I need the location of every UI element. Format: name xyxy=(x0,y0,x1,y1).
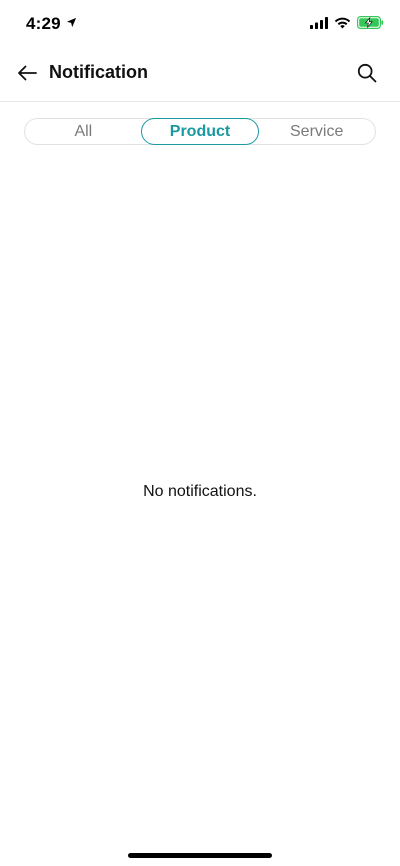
back-button[interactable] xyxy=(14,62,40,88)
empty-state-message: No notifications. xyxy=(143,483,257,500)
status-time: 4:29 xyxy=(26,14,61,33)
tab-service[interactable]: Service xyxy=(258,119,375,144)
page-title: Notification xyxy=(49,62,148,82)
search-button[interactable] xyxy=(354,62,380,88)
signal-icon xyxy=(310,16,328,34)
tab-all[interactable]: All xyxy=(25,119,142,144)
location-arrow-icon xyxy=(66,15,77,33)
search-icon xyxy=(357,63,377,88)
home-indicator[interactable] xyxy=(128,853,272,858)
battery-charging-icon xyxy=(357,16,384,34)
wifi-icon xyxy=(334,16,351,34)
category-tabs: All Product Service xyxy=(24,118,376,145)
status-time-group: 4:29 xyxy=(26,14,77,34)
arrow-left-icon xyxy=(17,65,37,86)
tab-product[interactable]: Product xyxy=(140,118,260,145)
status-bar: 4:29 xyxy=(0,0,400,48)
status-indicators xyxy=(310,16,384,34)
header-bar: Notification xyxy=(0,48,400,102)
